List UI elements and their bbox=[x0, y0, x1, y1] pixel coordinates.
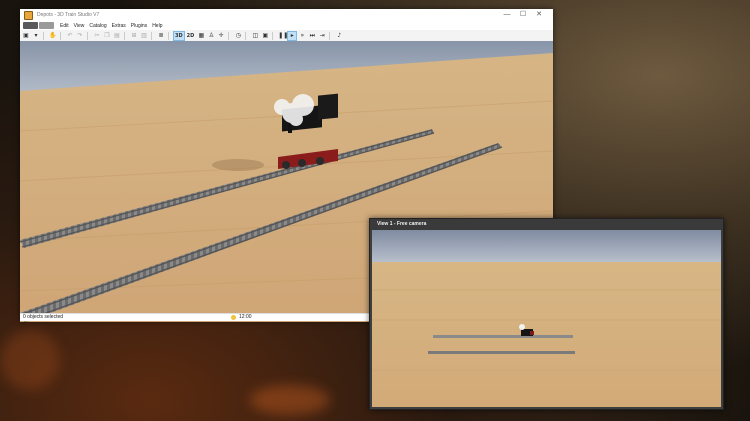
background-glow bbox=[0, 330, 60, 390]
close-button[interactable]: ✕ bbox=[531, 9, 547, 21]
time-display: 12:00 bbox=[239, 314, 252, 320]
window-title: Depots - 3D Train Studio V7 bbox=[37, 12, 100, 18]
skip-icon[interactable]: ⇥ bbox=[318, 32, 326, 40]
window-icon[interactable]: ◫ bbox=[251, 32, 259, 40]
redo-icon[interactable]: ↷ bbox=[76, 32, 84, 40]
grid-icon[interactable]: ▦ bbox=[197, 32, 205, 40]
file-tab[interactable] bbox=[23, 22, 38, 29]
paste-icon[interactable]: ▤ bbox=[113, 32, 121, 40]
menu-extras[interactable]: Extras bbox=[112, 23, 126, 29]
menu-catalog[interactable]: Catalog bbox=[89, 23, 106, 29]
menu-edit[interactable]: Edit bbox=[60, 23, 69, 29]
selection-status: 0 objects selected bbox=[23, 314, 64, 320]
free-camera-viewport[interactable] bbox=[372, 230, 721, 407]
undo-icon[interactable]: ↶ bbox=[66, 32, 74, 40]
crosshair-icon[interactable]: ✛ bbox=[217, 32, 225, 40]
minimize-button[interactable]: — bbox=[499, 9, 515, 21]
pause-icon[interactable]: ❚❚ bbox=[278, 32, 288, 40]
menu-bar: Edit View Catalog Extras Plugins Help bbox=[20, 21, 553, 30]
sound-icon[interactable]: ♪ bbox=[335, 32, 343, 40]
background-glow bbox=[250, 385, 330, 415]
free-camera-scene bbox=[372, 230, 721, 407]
dropdown-icon[interactable]: ▾ bbox=[32, 32, 40, 40]
hand-icon[interactable]: ✋ bbox=[49, 32, 57, 40]
sun-icon bbox=[231, 315, 236, 320]
mode-3d-button[interactable]: 3D bbox=[173, 30, 185, 41]
windows-icon[interactable]: ▣ bbox=[261, 32, 269, 40]
list-icon[interactable]: ≣ bbox=[157, 32, 165, 40]
menu-view[interactable]: View bbox=[74, 23, 85, 29]
search-tab[interactable] bbox=[39, 22, 54, 29]
copy-icon[interactable]: ❐ bbox=[103, 32, 111, 40]
tree-icon[interactable]: ♙ bbox=[207, 32, 215, 40]
save-icon[interactable]: ▣ bbox=[22, 32, 30, 40]
fastest-icon[interactable]: ⏭ bbox=[308, 32, 316, 40]
camera-window-title[interactable]: View 1 - Free camera bbox=[370, 219, 723, 230]
mode-2d-button[interactable]: 2D bbox=[186, 32, 196, 40]
cut-icon[interactable]: ✂ bbox=[93, 32, 101, 40]
menu-help[interactable]: Help bbox=[152, 23, 162, 29]
grid-select-icon[interactable]: ⊞ bbox=[130, 32, 138, 40]
clock-icon[interactable]: ◷ bbox=[234, 32, 242, 40]
fast-forward-icon[interactable]: » bbox=[298, 32, 306, 40]
maximize-button[interactable]: ☐ bbox=[515, 9, 531, 21]
delete-icon[interactable]: ▥ bbox=[140, 32, 148, 40]
play-icon[interactable]: ▸ bbox=[287, 30, 298, 41]
free-camera-window: View 1 - Free camera bbox=[369, 218, 724, 410]
menu-plugins[interactable]: Plugins bbox=[131, 23, 147, 29]
app-icon bbox=[24, 10, 33, 20]
title-bar[interactable]: Depots - 3D Train Studio V7 — ☐ ✕ bbox=[20, 9, 553, 21]
